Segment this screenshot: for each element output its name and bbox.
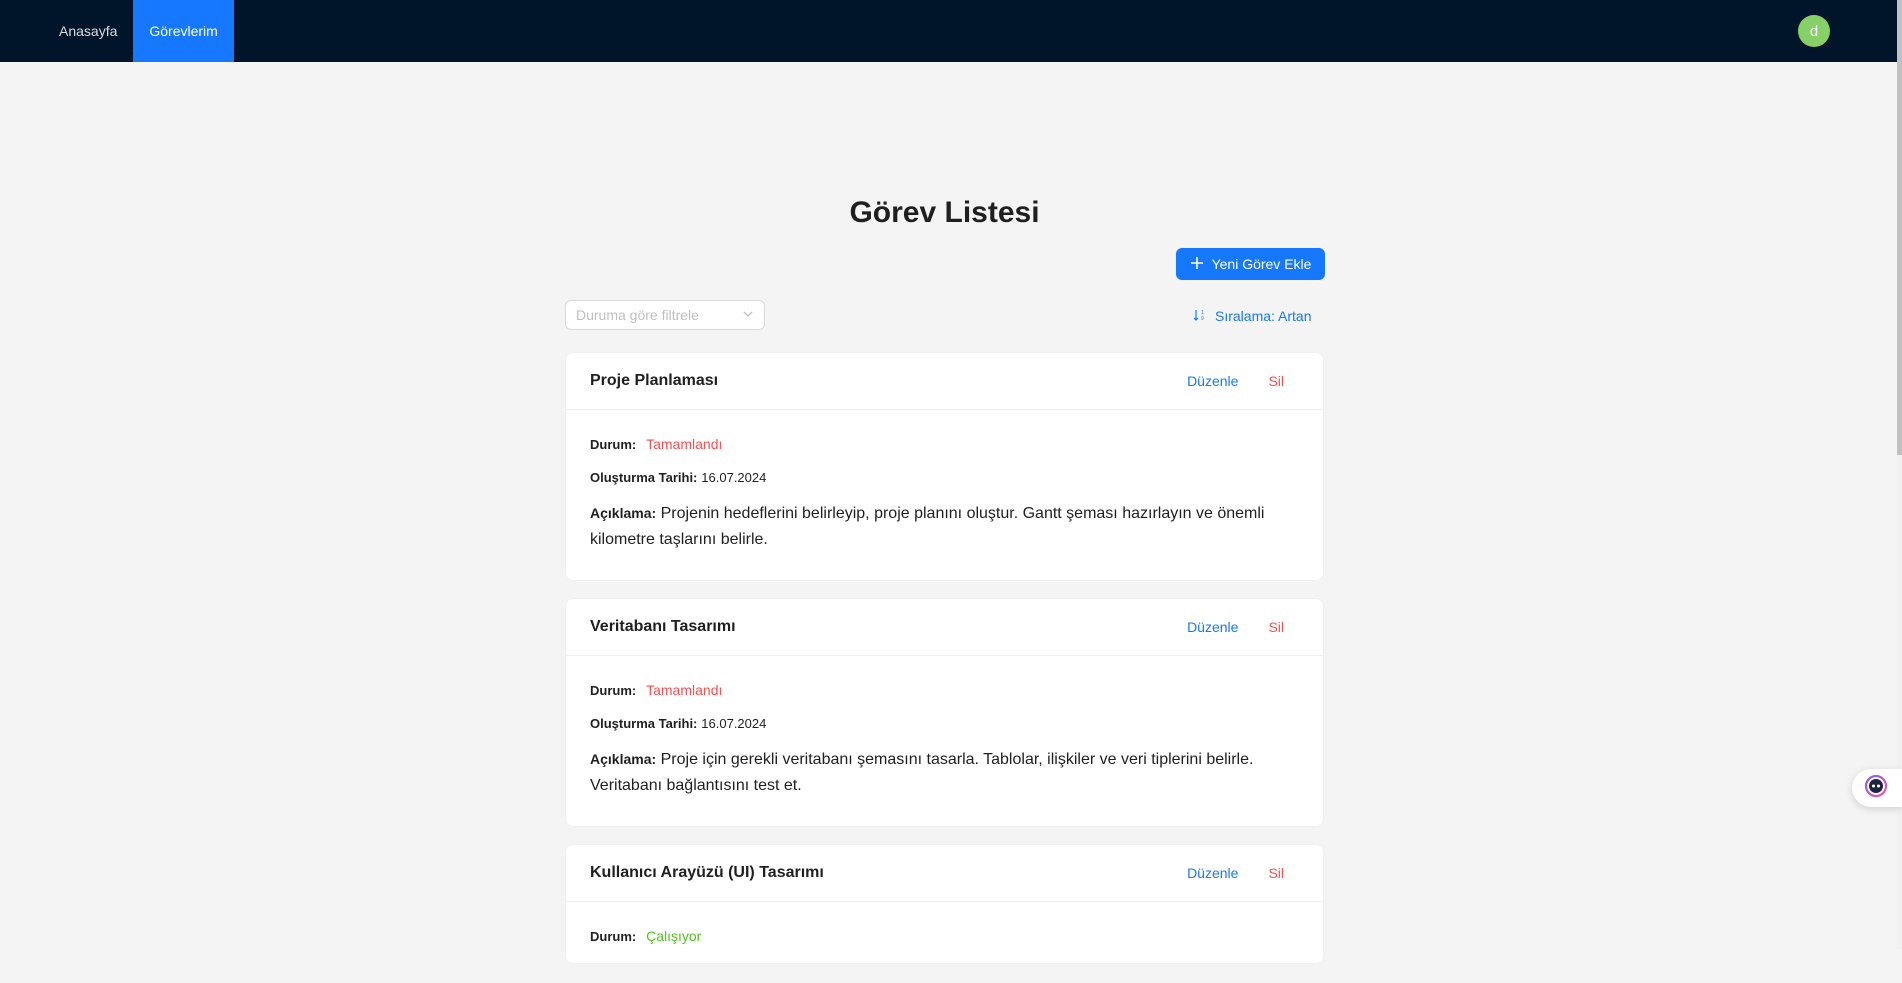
avatar[interactable]: d (1798, 15, 1830, 47)
page-title: Görev Listesi (849, 196, 1040, 229)
task-actions: Düzenle Sil (1172, 619, 1299, 635)
sort-button-label: Sıralama: Artan (1215, 308, 1312, 324)
edit-task-button[interactable]: Düzenle (1172, 865, 1253, 881)
plus-icon (1190, 256, 1204, 273)
task-status-row: Durum: Çalışıyor (590, 926, 1299, 947)
delete-task-button[interactable]: Sil (1253, 865, 1299, 881)
delete-task-button[interactable]: Sil (1253, 619, 1299, 635)
status-value: Tamamlandı (646, 436, 723, 452)
task-card-header: Kullanıcı Arayüzü (UI) Tasarımı Düzenle … (566, 845, 1323, 902)
task-card-header: Proje Planlaması Düzenle Sil (566, 353, 1323, 410)
svg-text:9: 9 (1201, 316, 1204, 322)
task-description: Açıklama: Proje için gerekli veritabanı … (590, 746, 1299, 799)
task-card: Veritabanı Tasarımı Düzenle Sil Durum: T… (565, 598, 1324, 827)
task-card-body: Durum: Tamamlandı Oluşturma Tarihi: 16.0… (566, 410, 1323, 577)
task-date-row: Oluşturma Tarihi: 16.07.2024 (590, 467, 1299, 488)
status-value: Tamamlandı (646, 682, 723, 698)
task-status-row: Durum: Tamamlandı (590, 680, 1299, 701)
created-date-label: Oluşturma Tarihi: (590, 716, 698, 731)
description-label: Açıklama: (590, 751, 657, 767)
created-date-value: 16.07.2024 (701, 716, 767, 731)
description-text: Projenin hedeflerini belirleyip, proje p… (590, 505, 1265, 548)
task-card-body: Durum: Tamamlandı Oluşturma Tarihi: 16.0… (566, 656, 1323, 823)
add-task-button[interactable]: Yeni Görev Ekle (1176, 248, 1325, 280)
status-filter-placeholder: Duruma göre filtrele (576, 307, 699, 323)
edit-task-button[interactable]: Düzenle (1172, 373, 1253, 389)
sort-ascending-icon: 1 9 (1193, 308, 1207, 325)
created-date-label: Oluşturma Tarihi: (590, 470, 698, 485)
task-card: Kullanıcı Arayüzü (UI) Tasarımı Düzenle … (565, 844, 1324, 964)
top-navigation-bar: Anasayfa Görevlerim d (0, 0, 1897, 62)
created-date-value: 16.07.2024 (701, 470, 767, 485)
main-menu: Anasayfa Görevlerim (43, 0, 234, 62)
nav-item-home[interactable]: Anasayfa (43, 0, 133, 62)
status-label: Durum: (590, 437, 637, 452)
add-task-button-label: Yeni Görev Ekle (1211, 256, 1312, 272)
task-card-header: Veritabanı Tasarımı Düzenle Sil (566, 599, 1323, 656)
description-label: Açıklama: (590, 505, 657, 521)
delete-task-button[interactable]: Sil (1253, 373, 1299, 389)
description-text: Proje için gerekli veritabanı şemasını t… (590, 751, 1254, 794)
nav-item-my-tasks[interactable]: Görevlerim (133, 0, 234, 62)
task-status-row: Durum: Tamamlandı (590, 434, 1299, 455)
task-title: Veritabanı Tasarımı (590, 618, 736, 635)
task-title: Kullanıcı Arayüzü (UI) Tasarımı (590, 864, 824, 881)
task-date-row: Oluşturma Tarihi: 16.07.2024 (590, 713, 1299, 734)
status-filter-select[interactable]: Duruma göre filtrele (565, 300, 765, 330)
task-card: Proje Planlaması Düzenle Sil Durum: Tama… (565, 352, 1324, 581)
status-label: Durum: (590, 929, 637, 944)
status-label: Durum: (590, 683, 637, 698)
sort-button[interactable]: 1 9 Sıralama: Artan (1193, 304, 1312, 328)
scrollbar-thumb[interactable] (1897, 0, 1902, 455)
chevron-down-icon (742, 307, 754, 323)
assistant-widget-button[interactable] (1852, 769, 1902, 807)
task-title: Proje Planlaması (590, 372, 719, 389)
task-card-body: Durum: Çalışıyor (566, 902, 1323, 983)
task-actions: Düzenle Sil (1172, 373, 1299, 389)
task-actions: Düzenle Sil (1172, 865, 1299, 881)
task-description: Açıklama: Projenin hedeflerini belirleyi… (590, 500, 1299, 553)
robot-face-icon (1864, 774, 1888, 803)
status-value: Çalışıyor (646, 928, 702, 944)
edit-task-button[interactable]: Düzenle (1172, 619, 1253, 635)
